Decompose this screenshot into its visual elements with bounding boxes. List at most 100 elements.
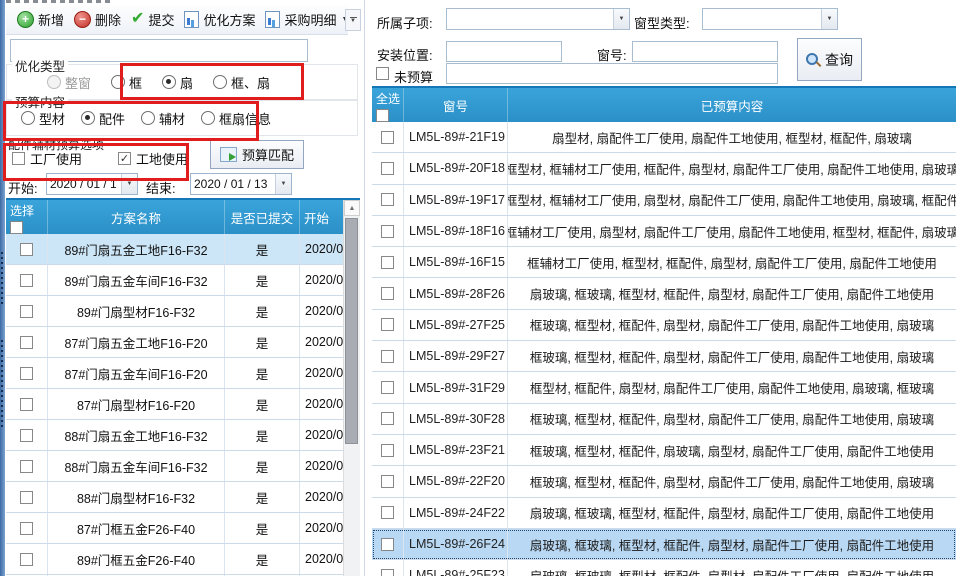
- row-checkbox[interactable]: [381, 256, 394, 269]
- toolbar-button[interactable]: −删除: [70, 8, 125, 31]
- radio-option[interactable]: 框: [111, 73, 142, 92]
- table-row[interactable]: LM5L-89#-29F27框玻璃, 框型材, 框配件, 扇型材, 扇配件工厂使…: [372, 341, 956, 372]
- checkbox-option[interactable]: 工厂使用: [12, 149, 82, 168]
- radio-option[interactable]: 框扇信息: [201, 109, 271, 128]
- chevron-down-icon[interactable]: [821, 9, 837, 29]
- scrollbar-thumb[interactable]: [345, 218, 358, 444]
- chevron-down-icon[interactable]: [275, 174, 291, 194]
- checkbox-icon[interactable]: [118, 152, 131, 165]
- table-row[interactable]: 88#门扇五金工地F16-F32是2020/0: [6, 420, 344, 451]
- query-button[interactable]: 查询: [797, 38, 862, 81]
- toolbar-button[interactable]: +新增: [13, 8, 68, 31]
- table-row[interactable]: 89#门框五金F26-F40是2020/0: [6, 544, 344, 575]
- table-row[interactable]: LM5L-89#-21F19扇型材, 扇配件工厂使用, 扇配件工地使用, 框型材…: [372, 122, 956, 153]
- table-row[interactable]: LM5L-89#-28F26扇玻璃, 框玻璃, 框型材, 框配件, 扇型材, 扇…: [372, 278, 956, 309]
- start-date-picker[interactable]: 2020 / 01 / 1: [46, 173, 138, 195]
- table-row[interactable]: 89#门扇五金工地F16-F32是2020/0: [6, 234, 344, 265]
- table-row[interactable]: LM5L-89#-26F24扇玻璃, 框玻璃, 框型材, 框配件, 扇型材, 扇…: [372, 529, 956, 560]
- row-checkbox[interactable]: [20, 460, 33, 473]
- end-date-picker[interactable]: 2020 / 01 / 13: [190, 173, 292, 195]
- checkbox-icon[interactable]: [12, 152, 25, 165]
- table-row[interactable]: LM5L-89#-22F20框玻璃, 框型材, 框配件, 扇型材, 扇配件工厂使…: [372, 466, 956, 497]
- radio-option[interactable]: 型材: [21, 109, 65, 128]
- row-checkbox[interactable]: [381, 318, 394, 331]
- radio-option[interactable]: 配件: [81, 109, 125, 128]
- toolbar-button[interactable]: 优化方案: [180, 8, 259, 31]
- row-checkbox[interactable]: [381, 131, 394, 144]
- table-row[interactable]: 87#门扇五金车间F16-F20是2020/0: [6, 358, 344, 389]
- table-row[interactable]: LM5L-89#-27F25框玻璃, 框型材, 框配件, 扇型材, 扇配件工厂使…: [372, 310, 956, 341]
- table-row[interactable]: LM5L-89#-18F16框辅材工厂使用, 扇型材, 扇配件工厂使用, 扇配件…: [372, 216, 956, 247]
- scroll-up-icon[interactable]: ▲: [344, 200, 360, 216]
- row-checkbox[interactable]: [20, 491, 33, 504]
- install-position-input[interactable]: [446, 41, 562, 62]
- radio-icon[interactable]: [21, 111, 35, 125]
- sub-item-dropdown[interactable]: [446, 8, 630, 30]
- toolbar-overflow-button[interactable]: ▼: [345, 9, 361, 31]
- row-checkbox[interactable]: [20, 305, 33, 318]
- row-checkbox[interactable]: [20, 522, 33, 535]
- table-row[interactable]: LM5L-89#-23F21框玻璃, 框型材, 框配件, 扇玻璃, 扇型材, 扇…: [372, 435, 956, 466]
- radio-icon[interactable]: [213, 75, 227, 89]
- row-checkbox[interactable]: [381, 193, 394, 206]
- table-row[interactable]: LM5L-89#-20F18框型材, 框辅材工厂使用, 框配件, 扇型材, 扇配…: [372, 153, 956, 184]
- table-row[interactable]: LM5L-89#-30F28框玻璃, 框型材, 框配件, 扇型材, 扇配件工厂使…: [372, 404, 956, 435]
- plan-table-scrollbar[interactable]: ▲: [343, 200, 360, 576]
- row-checkbox[interactable]: [381, 538, 394, 551]
- chevron-down-icon[interactable]: [121, 174, 137, 194]
- radio-option[interactable]: 框、扇: [213, 73, 270, 92]
- window-type-dropdown[interactable]: [702, 8, 838, 30]
- toolbar-button[interactable]: 采购明细▼: [261, 8, 352, 31]
- table-row[interactable]: LM5L-89#-25F23扇玻璃, 框玻璃, 框型材, 框配件, 扇型材, 扇…: [372, 560, 956, 576]
- submitted-cell: 是: [225, 327, 300, 357]
- radio-icon[interactable]: [111, 75, 125, 89]
- row-checkbox[interactable]: [381, 350, 394, 363]
- row-checkbox[interactable]: [381, 381, 394, 394]
- row-checkbox[interactable]: [20, 243, 33, 256]
- table-row[interactable]: 88#门扇五金车间F16-F32是2020/0: [6, 451, 344, 482]
- table-row[interactable]: LM5L-89#-31F29框型材, 框配件, 扇型材, 扇配件工厂使用, 扇配…: [372, 372, 956, 403]
- row-checkbox[interactable]: [20, 553, 33, 566]
- table-row[interactable]: 87#门框五金F26-F40是2020/0: [6, 513, 344, 544]
- table-row[interactable]: 88#门扇型材F16-F32是2020/0: [6, 482, 344, 513]
- row-checkbox[interactable]: [381, 162, 394, 175]
- chevron-down-icon[interactable]: [613, 9, 629, 29]
- radio-option[interactable]: 扇: [162, 73, 193, 92]
- table-row[interactable]: 87#门扇五金工地F16-F20是2020/0: [6, 327, 344, 358]
- table-row[interactable]: 89#门扇型材F16-F32是2020/0: [6, 296, 344, 327]
- window-no-input[interactable]: [632, 41, 778, 62]
- radio-icon[interactable]: [162, 75, 176, 89]
- radio-option[interactable]: 整窗: [47, 73, 91, 92]
- radio-icon[interactable]: [201, 111, 215, 125]
- toolbar-button[interactable]: ✔提交: [127, 8, 178, 31]
- budgeted-content-column-header: 已预算内容: [508, 88, 956, 122]
- budget-match-button[interactable]: 预算匹配: [210, 140, 304, 169]
- row-checkbox[interactable]: [20, 274, 33, 287]
- row-checkbox[interactable]: [20, 336, 33, 349]
- row-checkbox[interactable]: [20, 429, 33, 442]
- window-left-splitter[interactable]: [0, 0, 5, 576]
- row-checkbox[interactable]: [381, 412, 394, 425]
- radio-icon[interactable]: [81, 111, 95, 125]
- no-budget-checkbox[interactable]: [376, 67, 389, 80]
- checkbox-option[interactable]: 工地使用: [118, 149, 188, 168]
- row-checkbox[interactable]: [381, 475, 394, 488]
- row-checkbox[interactable]: [381, 444, 394, 457]
- row-checkbox[interactable]: [20, 367, 33, 380]
- delete-icon: −: [74, 11, 91, 28]
- row-checkbox[interactable]: [20, 398, 33, 411]
- table-row[interactable]: LM5L-89#-24F22扇玻璃, 框玻璃, 框型材, 框配件, 扇型材, 扇…: [372, 498, 956, 529]
- table-row[interactable]: 87#门扇型材F16-F20是2020/0: [6, 389, 344, 420]
- radio-icon[interactable]: [141, 111, 155, 125]
- table-row[interactable]: LM5L-89#-19F17框型材, 框辅材工厂使用, 扇型材, 扇配件工厂使用…: [372, 185, 956, 216]
- row-checkbox[interactable]: [381, 506, 394, 519]
- select-all-checkbox[interactable]: [376, 109, 389, 122]
- radio-option[interactable]: 辅材: [141, 109, 185, 128]
- table-row[interactable]: 89#门扇五金车间F16-F32是2020/0: [6, 265, 344, 296]
- table-row[interactable]: LM5L-89#-16F15框辅材工厂使用, 框型材, 框配件, 扇型材, 扇配…: [372, 247, 956, 278]
- row-checkbox[interactable]: [381, 287, 394, 300]
- row-checkbox[interactable]: [381, 569, 394, 576]
- no-budget-input[interactable]: [446, 63, 778, 84]
- select-all-checkbox[interactable]: [10, 221, 23, 234]
- row-checkbox[interactable]: [381, 225, 394, 238]
